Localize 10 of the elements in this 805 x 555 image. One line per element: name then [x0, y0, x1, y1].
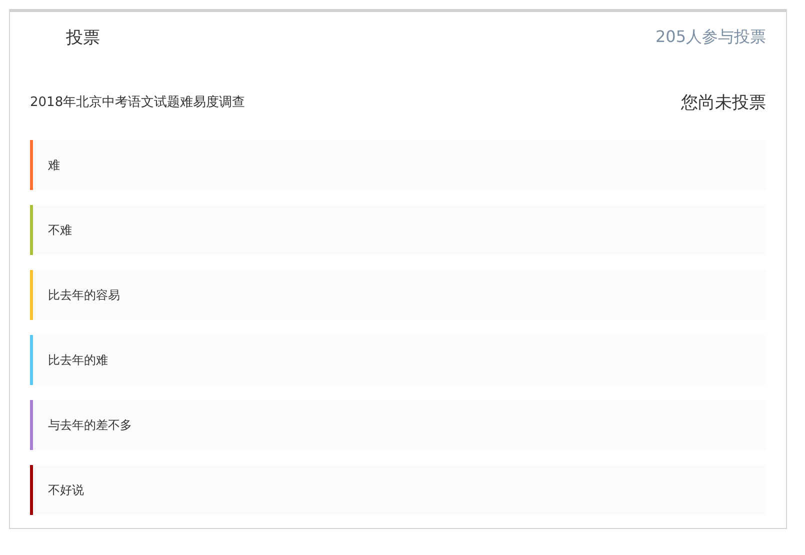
- panel-title: 投票: [66, 26, 100, 48]
- vote-status: 您尚未投票: [681, 92, 766, 114]
- poll-option[interactable]: 与去年的差不多: [30, 400, 766, 450]
- poll-question: 2018年北京中考语文试题难易度调查: [30, 94, 246, 111]
- poll-option[interactable]: 不好说: [30, 465, 766, 515]
- poll-option[interactable]: 比去年的难: [30, 335, 766, 385]
- poll-option[interactable]: 不难: [30, 205, 766, 255]
- participant-count: 205人参与投票: [655, 26, 766, 48]
- poll-option[interactable]: 难: [30, 140, 766, 190]
- poll-option[interactable]: 比去年的容易: [30, 270, 766, 320]
